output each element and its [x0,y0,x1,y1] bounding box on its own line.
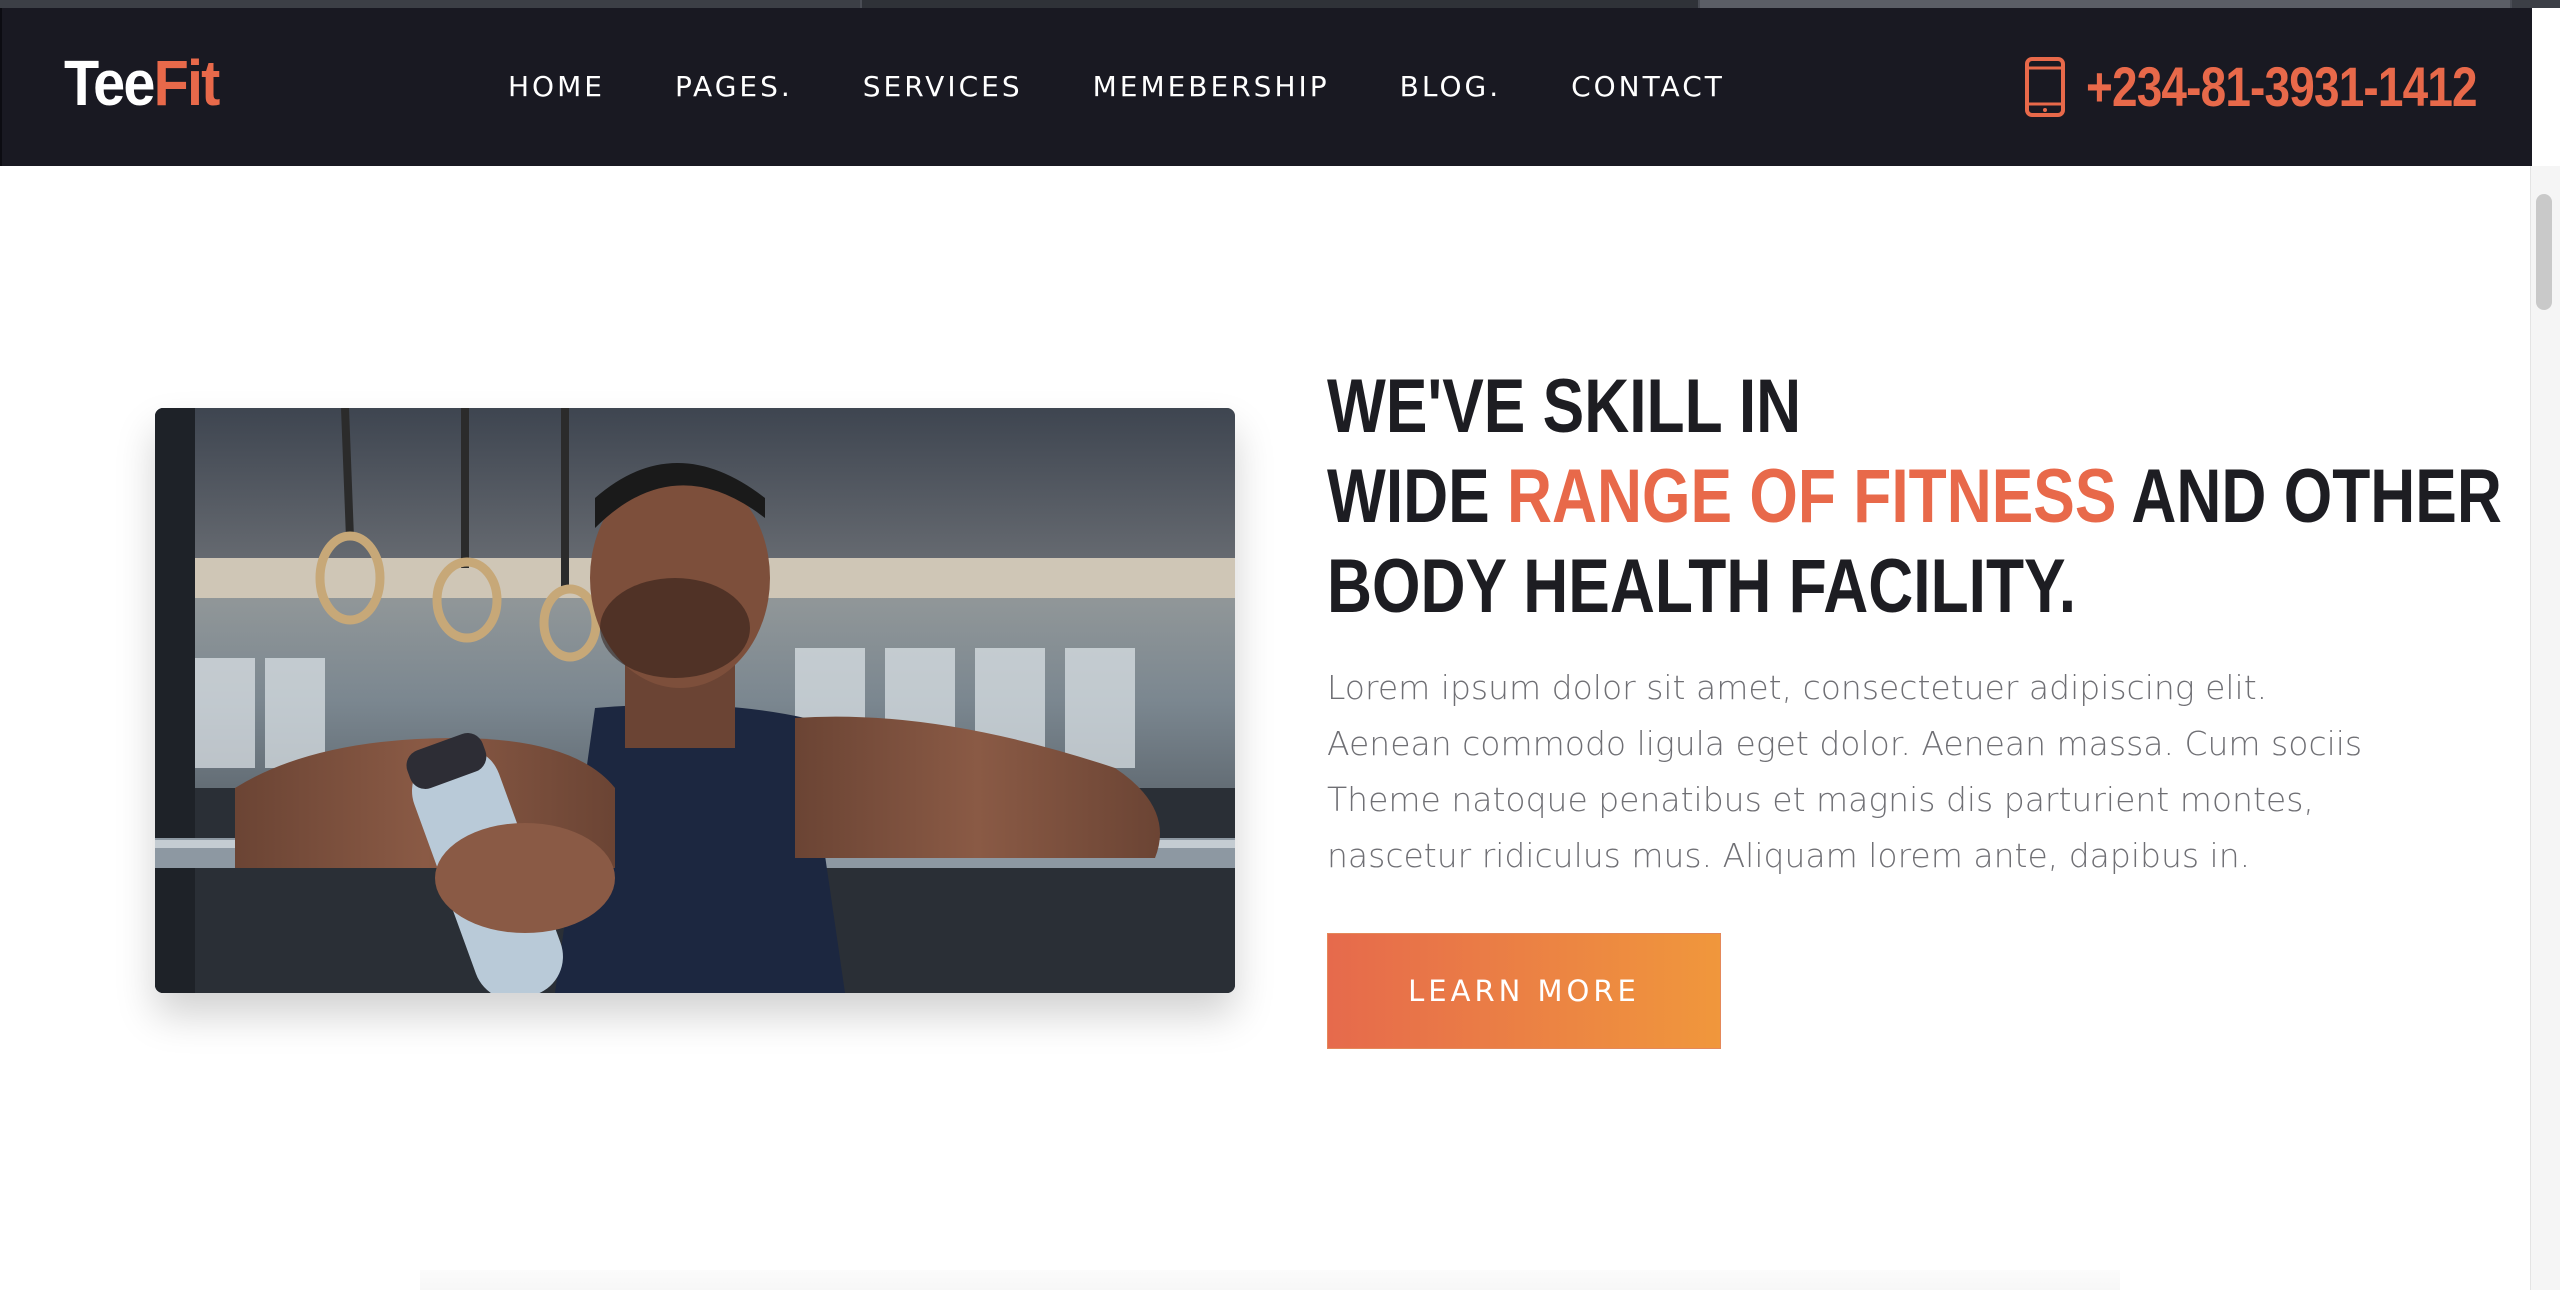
athlete-illustration [155,408,1235,993]
logo-text-part1: Tee [64,47,155,119]
tab-segment [2512,0,2560,8]
scrollbar-thumb[interactable] [2536,194,2552,310]
headline-line-2: WIDE RANGE OF FITNESS AND OTHER [1327,452,2502,542]
main-nav: HOME PAGES. SERVICES MEMEBERSHIP BLOG. C… [508,70,1795,103]
headline-line-2-start: WIDE [1327,454,1508,539]
headline-line-3: BODY HEALTH FACILITY. [1327,544,2077,629]
headline-accent: RANGE OF FITNESS [1507,454,2117,539]
nav-item-pages[interactable]: PAGES. [675,70,793,103]
scrollbar-track[interactable] [2530,166,2560,1290]
nav-item-services[interactable]: SERVICES [863,70,1023,103]
hero-headline: WE'VE SKILL IN WIDE RANGE OF FITNESS AND… [1327,362,2502,632]
nav-item-contact[interactable]: CONTACT [1571,70,1725,103]
headline-line-1: WE'VE SKILL IN [1327,364,1802,449]
headline-line-2-end: AND OTHER [2116,454,2502,539]
next-section-edge [420,1270,2120,1290]
hero-body-text: Lorem ipsum dolor sit amet, consectetuer… [1327,668,2363,875]
mobile-phone-icon [2025,57,2065,117]
logo-text-part2: Fit [153,47,221,119]
tab-segment [1700,0,2510,8]
site-header: TeeFit HOME PAGES. SERVICES MEMEBERSHIP … [0,8,2532,166]
tab-segment [0,0,860,8]
nav-item-membership[interactable]: MEMEBERSHIP [1093,70,1330,103]
nav-item-home[interactable]: HOME [508,70,605,103]
learn-more-button[interactable]: LEARN MORE [1327,933,1721,1049]
browser-tab-strip [0,0,2560,8]
phone-number[interactable]: +234-81-3931-1412 [2086,54,2478,119]
nav-item-blog[interactable]: BLOG. [1400,70,1501,103]
hero-photo-athlete [155,408,1235,993]
site-logo[interactable]: TeeFit [64,46,221,120]
tab-segment [862,0,1698,8]
